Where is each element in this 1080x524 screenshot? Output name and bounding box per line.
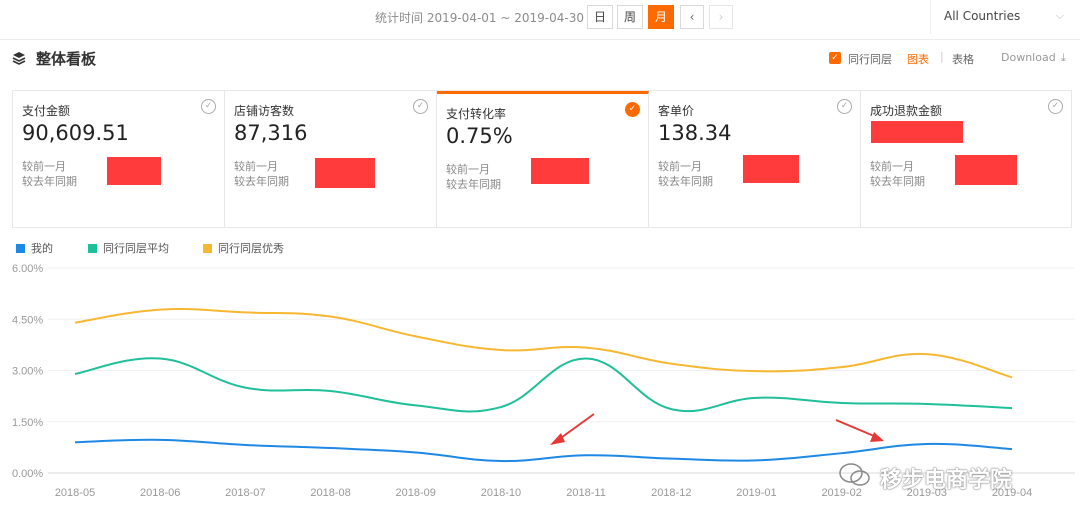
metric-value: 0.75% (446, 124, 513, 148)
redaction-block (315, 158, 375, 188)
peer-checkbox[interactable]: ✓ (829, 52, 841, 64)
country-select-value: All Countries (944, 9, 1021, 23)
compare-month-label: 较前一月 (22, 160, 66, 173)
y-tick-label: 1.50% (12, 417, 43, 429)
tab-chart[interactable]: 图表 (907, 51, 929, 67)
compare-year-label: 较去年同期 (658, 175, 713, 188)
x-tick-label: 2018-10 (481, 487, 521, 499)
metric-value: 87,316 (234, 121, 308, 145)
chevron-down-icon: ⌵ (1055, 9, 1064, 22)
redaction-block (531, 158, 589, 184)
watermark-text: 移步电商学院 (880, 468, 1013, 493)
metric-title: 店铺访客数 (234, 104, 295, 118)
compare-month-label: 较前一月 (870, 160, 914, 173)
x-tick-label: 2018-08 (310, 487, 350, 499)
tab-divider: | (940, 50, 944, 63)
redaction-block (871, 121, 963, 143)
legend-label: 同行同层平均 (103, 242, 169, 255)
series-line-mine[interactable] (74, 438, 1013, 463)
x-tick-label: 2018-05 (55, 487, 95, 499)
legend-item-peer-best[interactable]: 同行同层优秀 (203, 240, 284, 256)
x-tick-label: 2019-02 (821, 487, 861, 499)
x-tick-label: 2018-11 (566, 487, 606, 499)
compare-month-label: 较前一月 (234, 160, 278, 173)
download-button[interactable]: Download (1001, 51, 1056, 64)
check-circle-icon[interactable]: ✓ (1048, 99, 1063, 114)
metric-card-visitors[interactable]: 店铺访客数 87,316 较前一月 较去年同期 ✓ (225, 91, 437, 227)
compare-month-label: 较前一月 (446, 163, 490, 176)
period-day-button[interactable]: 日 (587, 5, 613, 29)
y-tick-label: 0.00% (12, 468, 43, 480)
legend-swatch (16, 244, 25, 253)
redaction-block (107, 157, 161, 185)
country-select[interactable]: All Countries ⌵ (930, 0, 1080, 34)
period-week-button[interactable]: 周 (617, 5, 643, 29)
compare-month-label: 较前一月 (658, 160, 702, 173)
compare-year-label: 较去年同期 (870, 175, 925, 188)
series-line-peer-average[interactable] (74, 357, 1013, 413)
next-period-button[interactable]: › (709, 5, 733, 29)
x-tick-label: 2018-12 (651, 487, 691, 499)
x-tick-label: 2019-01 (736, 487, 776, 499)
arrow-annotation (550, 413, 595, 445)
top-bar: 统计时间 2019-04-01 ~ 2019-04-30 日 周 月 ‹ › A… (0, 0, 1080, 40)
metric-title: 支付金额 (22, 104, 71, 118)
legend-item-peer-average[interactable]: 同行同层平均 (88, 240, 169, 256)
check-circle-icon[interactable]: ✓ (625, 102, 640, 117)
metric-title: 成功退款金额 (870, 104, 943, 118)
metric-title: 支付转化率 (446, 107, 507, 121)
compare-year-label: 较去年同期 (234, 175, 289, 188)
legend-swatch (203, 244, 212, 253)
redaction-block (955, 155, 1017, 185)
x-tick-label: 2018-06 (140, 487, 180, 499)
legend-label: 同行同层优秀 (218, 242, 284, 255)
download-icon[interactable]: ⤓ (1061, 51, 1066, 65)
check-circle-icon[interactable]: ✓ (837, 99, 852, 114)
check-circle-icon[interactable]: ✓ (201, 99, 216, 114)
metric-cards: 支付金额 90,609.51 较前一月 较去年同期 ✓ 店铺访客数 87,316… (12, 90, 1072, 228)
metric-value: 138.34 (658, 121, 732, 145)
redaction-block (743, 155, 799, 183)
legend-label: 我的 (31, 242, 53, 255)
wechat-icon (839, 463, 870, 486)
check-circle-icon[interactable]: ✓ (413, 99, 428, 114)
prev-period-button[interactable]: ‹ (680, 5, 704, 29)
compare-year-label: 较去年同期 (446, 178, 501, 191)
layers-icon (12, 52, 26, 65)
metric-value: 90,609.51 (22, 121, 129, 145)
section-title: 整体看板 (36, 50, 97, 68)
stat-time-range: 统计时间 2019-04-01 ~ 2019-04-30 (375, 11, 584, 25)
y-tick-label: 3.00% (12, 366, 43, 378)
legend-item-mine[interactable]: 我的 (16, 240, 53, 256)
compare-year-label: 较去年同期 (22, 175, 77, 188)
x-tick-label: 2018-09 (396, 487, 436, 499)
arrow-annotation (835, 419, 884, 442)
metric-title: 客单价 (658, 104, 695, 118)
tab-table[interactable]: 表格 (952, 51, 974, 67)
peer-checkbox-label[interactable]: 同行同层 (848, 51, 892, 67)
legend-swatch (88, 244, 97, 253)
metric-card-refund-amount[interactable]: 成功退款金额 较前一月 较去年同期 ✓ (861, 91, 1071, 227)
metric-card-payment-amount[interactable]: 支付金额 90,609.51 较前一月 较去年同期 ✓ (13, 91, 225, 227)
y-tick-label: 4.50% (12, 314, 43, 326)
period-month-button[interactable]: 月 (648, 5, 674, 29)
y-tick-label: 6.00% (12, 263, 43, 275)
metric-card-conversion-rate[interactable]: 支付转化率 0.75% 较前一月 较去年同期 ✓ (437, 91, 649, 227)
metric-card-avg-order-value[interactable]: 客单价 138.34 较前一月 较去年同期 ✓ (649, 91, 861, 227)
x-tick-label: 2018-07 (225, 487, 265, 499)
